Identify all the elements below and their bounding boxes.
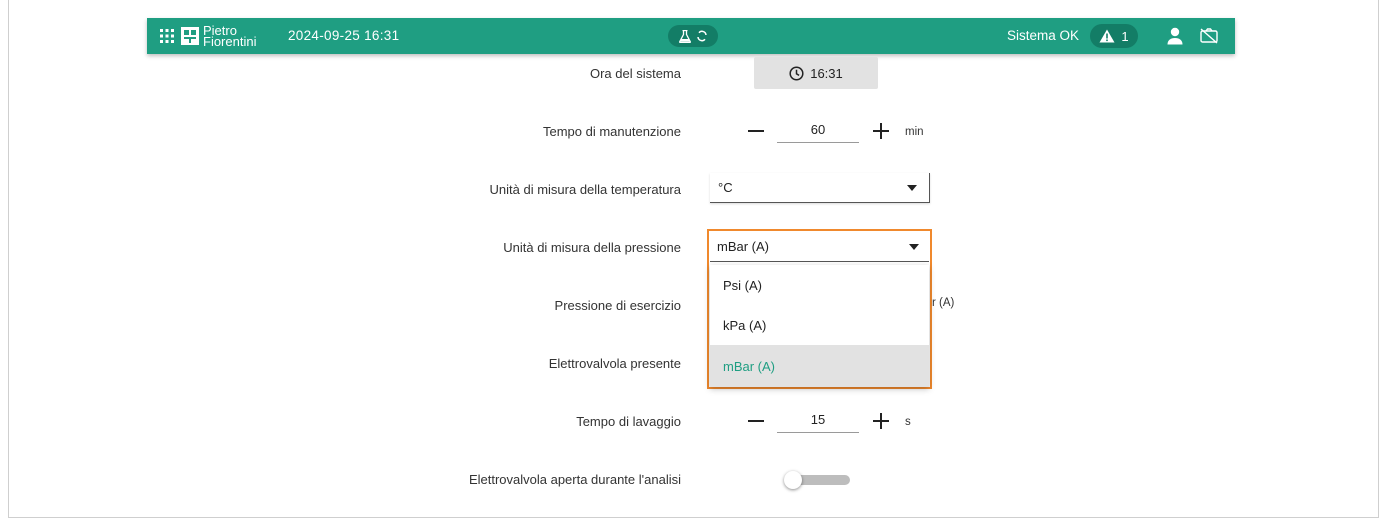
solenoid-open-label: Elettrovalvola aperta durante l'analisi [468,472,681,487]
temperature-unit-label: Unità di misura della temperatura [489,182,681,197]
operating-pressure-unit: r (A) [932,297,955,309]
temperature-unit-value: °C [718,180,733,195]
maintenance-increment-button[interactable] [871,121,891,141]
temperature-unit-select[interactable]: °C [710,173,930,203]
pressure-unit-menu: Psi (A) kPa (A) mBar (A) [710,265,929,387]
system-time-label: Ora del sistema [589,66,681,81]
pressure-unit-select[interactable]: mBar (A) [710,232,929,262]
pressure-unit-label: Unità di misura della pressione [503,240,681,255]
pressure-unit-value: mBar (A) [717,239,769,254]
pressure-option-kpa[interactable]: kPa (A) [710,305,929,345]
solenoid-open-toggle[interactable] [784,471,852,489]
header-datetime: 2024-09-25 16:31 [288,28,400,43]
wash-time-increment-button[interactable] [871,411,891,431]
warning-icon [1099,29,1115,43]
maintenance-time-unit: min [905,126,924,138]
brand-mark-icon [181,27,199,45]
system-time-value: 16:31 [810,65,843,81]
apps-grid-icon[interactable] [160,29,174,43]
wash-time-input[interactable] [777,407,859,433]
chevron-down-icon [907,185,917,191]
wash-time-decrement-button[interactable] [746,411,766,431]
system-status: Sistema OK [1007,28,1080,43]
brand-name: Pietro Fiorentini [203,24,257,49]
alarm-count: 1 [1121,28,1129,44]
maintenance-decrement-button[interactable] [746,121,766,141]
camera-off-icon[interactable] [1200,28,1218,44]
maintenance-time-label: Tempo di manutenzione [542,124,681,139]
analysis-status-pill[interactable] [668,25,718,47]
chevron-down-icon [909,244,919,250]
brand-logo: Pietro Fiorentini [181,24,256,48]
pressure-option-mbar[interactable]: mBar (A) [710,345,929,387]
system-time-button[interactable]: 16:31 [754,57,878,89]
maintenance-time-input[interactable] [777,117,859,143]
user-icon[interactable] [1167,27,1183,45]
wash-time-label: Tempo di lavaggio [576,414,681,429]
clock-icon [789,65,804,81]
solenoid-present-label: Elettrovalvola presente [548,356,681,371]
pressure-option-psi[interactable]: Psi (A) [710,265,929,305]
app-frame [8,0,1379,518]
wash-time-unit: s [905,416,911,428]
alarm-indicator[interactable]: 1 [1090,24,1138,48]
operating-pressure-label: Pressione di esercizio [554,298,681,313]
brand-line2: Fiorentini [203,34,257,49]
top-bar: Pietro Fiorentini 2024-09-25 16:31 Siste… [147,18,1235,54]
toggle-knob [784,471,802,489]
refresh-icon [696,30,707,42]
pressure-unit-dropdown-highlight: mBar (A) Psi (A) kPa (A) mBar (A) [707,229,932,389]
flask-icon [678,29,691,43]
